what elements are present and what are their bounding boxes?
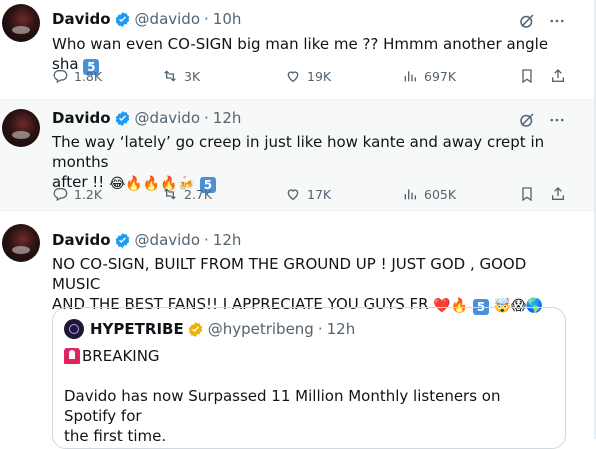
- separator-dot: ·: [204, 231, 209, 249]
- share-icon: [552, 187, 564, 200]
- verified-badge-icon: [188, 321, 202, 337]
- timestamp[interactable]: 12h: [213, 109, 242, 127]
- retweet-count: 2.7K: [184, 186, 213, 202]
- views-count: 605K: [424, 186, 457, 202]
- verified-badge-icon: [115, 11, 129, 27]
- retweet-count: 3K: [184, 68, 201, 84]
- avatar[interactable]: [2, 224, 40, 262]
- separator-dot: ·: [204, 109, 209, 127]
- like-button[interactable]: 17K: [285, 186, 331, 202]
- tweet-header: Davido @davido · 12h: [52, 231, 241, 249]
- bookmark-button[interactable]: [519, 68, 535, 84]
- timestamp[interactable]: 12h: [213, 231, 242, 249]
- author-handle[interactable]: @davido: [135, 10, 200, 28]
- timestamp[interactable]: 10h: [213, 10, 242, 28]
- separator-dot: ·: [317, 320, 323, 338]
- author-name[interactable]: Davido: [52, 109, 111, 127]
- reply-button[interactable]: 1.2K: [52, 186, 102, 202]
- like-count: 17K: [307, 186, 332, 202]
- verified-badge-icon: [115, 232, 129, 248]
- bookmark-button[interactable]: [519, 186, 535, 202]
- quoted-avatar: [64, 319, 84, 339]
- slash-circle-icon[interactable]: [518, 12, 536, 30]
- retweet-icon: [164, 70, 176, 82]
- tweet-text-line-1: The way ‘lately’ go creep in just like h…: [52, 133, 545, 171]
- avatar[interactable]: [2, 109, 40, 147]
- separator-dot: ·: [204, 10, 209, 28]
- quoted-text-line-2: the first time.: [64, 427, 167, 445]
- heart-icon: [287, 71, 299, 83]
- reply-count: 1.8K: [74, 68, 103, 84]
- retweet-icon: [164, 188, 176, 200]
- tweet-header: Davido @davido · 12h: [52, 109, 241, 127]
- more-icon[interactable]: [548, 111, 566, 129]
- quoted-author-name: HYPETRIBE: [90, 320, 184, 338]
- share-button[interactable]: [550, 68, 566, 84]
- like-button[interactable]: 19K: [285, 68, 331, 84]
- quoted-tweet[interactable]: HYPETRIBE @hypetribeng · 12h BREAKING Da…: [52, 307, 566, 449]
- reply-icon: [53, 70, 68, 84]
- tweet-text-line-1: NO CO-SIGN, BUILT FROM THE GROUND UP ! J…: [52, 255, 527, 293]
- verified-badge-icon: [115, 110, 129, 126]
- more-icon[interactable]: [548, 12, 566, 30]
- quoted-text: Davido has now Surpassed 11 Million Mont…: [64, 386, 544, 446]
- views-button[interactable]: 697K: [402, 68, 456, 84]
- heart-icon: [287, 189, 299, 201]
- retweet-button[interactable]: 2.7K: [162, 186, 212, 202]
- like-count: 19K: [307, 68, 332, 84]
- quoted-timestamp: 12h: [326, 320, 356, 338]
- retweet-button[interactable]: 3K: [162, 68, 200, 84]
- views-bar-icon: [404, 189, 416, 200]
- author-name[interactable]: Davido: [52, 10, 111, 28]
- avatar[interactable]: [2, 4, 40, 42]
- tweet-2[interactable]: Davido @davido · 12h The way ‘lately’ go…: [0, 100, 594, 211]
- author-handle[interactable]: @davido: [135, 109, 200, 127]
- slash-circle-icon[interactable]: [518, 111, 536, 129]
- tweet-header: Davido @davido · 10h: [52, 10, 241, 28]
- tweet-3[interactable]: Davido @davido · 12h NO CO-SIGN, BUILT F…: [0, 211, 594, 449]
- tweet-top-actions: [518, 111, 566, 129]
- tweet-text: The way ‘lately’ go creep in just like h…: [52, 132, 572, 194]
- tweet-top-actions: [518, 12, 566, 30]
- reply-count: 1.2K: [74, 186, 103, 202]
- tweet-1[interactable]: Davido @davido · 10h Who wan even CO-SIG…: [0, 0, 594, 100]
- tweet-actions: 1.8K 3K 19K 697K: [52, 68, 572, 88]
- quoted-breaking: BREAKING: [64, 346, 544, 366]
- reply-icon: [53, 188, 68, 202]
- tweet-actions: 1.2K 2.7K 17K 605K: [52, 186, 572, 206]
- author-handle[interactable]: @davido: [135, 231, 200, 249]
- bookmark-icon: [522, 187, 532, 202]
- quoted-text-line-1: Davido has now Surpassed 11 Million Mont…: [64, 387, 501, 425]
- author-name[interactable]: Davido: [52, 231, 111, 249]
- bookmark-icon: [522, 69, 532, 84]
- quoted-author-handle: @hypetribeng: [207, 320, 314, 338]
- quoted-tweet-header: HYPETRIBE @hypetribeng · 12h: [64, 319, 355, 339]
- views-button[interactable]: 605K: [402, 186, 456, 202]
- views-bar-icon: [404, 71, 416, 82]
- breaking-label: BREAKING: [82, 347, 160, 365]
- reply-button[interactable]: 1.8K: [52, 68, 102, 84]
- siren-icon: [64, 348, 80, 364]
- share-button[interactable]: [550, 186, 566, 202]
- share-icon: [552, 69, 564, 82]
- views-count: 697K: [424, 68, 457, 84]
